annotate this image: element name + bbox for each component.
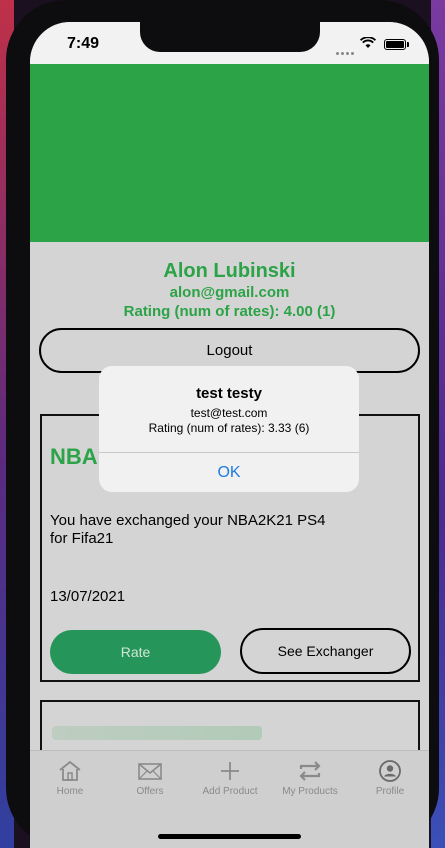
user-info-alert: test testy test@test.com Rating (num of … (99, 366, 359, 492)
tab-profile-label: Profile (375, 786, 405, 797)
notch (140, 22, 320, 52)
exchange-card-date: 13/07/2021 (50, 588, 126, 605)
tab-home-label: Home (56, 786, 84, 797)
tab-profile[interactable]: Profile (350, 757, 429, 797)
profile-name: Alon Lubinski (163, 260, 296, 282)
exchange-card-partial-title (52, 726, 262, 740)
profile-icon (350, 757, 429, 785)
tab-home[interactable]: Home (30, 757, 110, 797)
exchange-card-title: NBA (50, 444, 98, 469)
alert-ok-button[interactable]: OK (99, 453, 359, 492)
see-exchanger-button[interactable]: See Exchanger (240, 628, 411, 674)
profile-cover (30, 64, 429, 242)
alert-rating: Rating (num of rates): 3.33 (6) (148, 421, 310, 435)
phone-frame: 7:49 Alon Lubinski alon@gmail.com Rating… (6, 0, 439, 848)
envelope-icon (110, 757, 190, 785)
wifi-icon (359, 36, 377, 52)
screen: 7:49 Alon Lubinski alon@gmail.com Rating… (30, 22, 429, 848)
tab-add-product[interactable]: Add Product (190, 757, 270, 797)
alert-title: test testy (196, 385, 262, 402)
profile-email: alon@gmail.com (169, 284, 290, 301)
tab-offers-label: Offers (136, 786, 164, 797)
exchange-icon (270, 757, 350, 785)
profile-rating: Rating (num of rates): 4.00 (1) (123, 303, 336, 320)
tab-add-product-label: Add Product (202, 786, 258, 797)
tab-my-products[interactable]: My Products (270, 757, 350, 797)
battery-icon (384, 39, 409, 50)
tab-my-products-label: My Products (282, 786, 338, 797)
signal-icon (336, 42, 356, 60)
plus-icon (190, 757, 270, 785)
rate-button[interactable]: Rate (50, 630, 221, 674)
home-indicator (158, 834, 301, 839)
status-time: 7:49 (67, 35, 100, 52)
home-icon (30, 757, 110, 785)
tab-offers[interactable]: Offers (110, 757, 190, 797)
exchange-card-description: You have exchanged your NBA2K21 PS4 for … (50, 512, 326, 547)
alert-email: test@test.com (190, 406, 268, 420)
status-bar: 7:49 (30, 22, 429, 64)
